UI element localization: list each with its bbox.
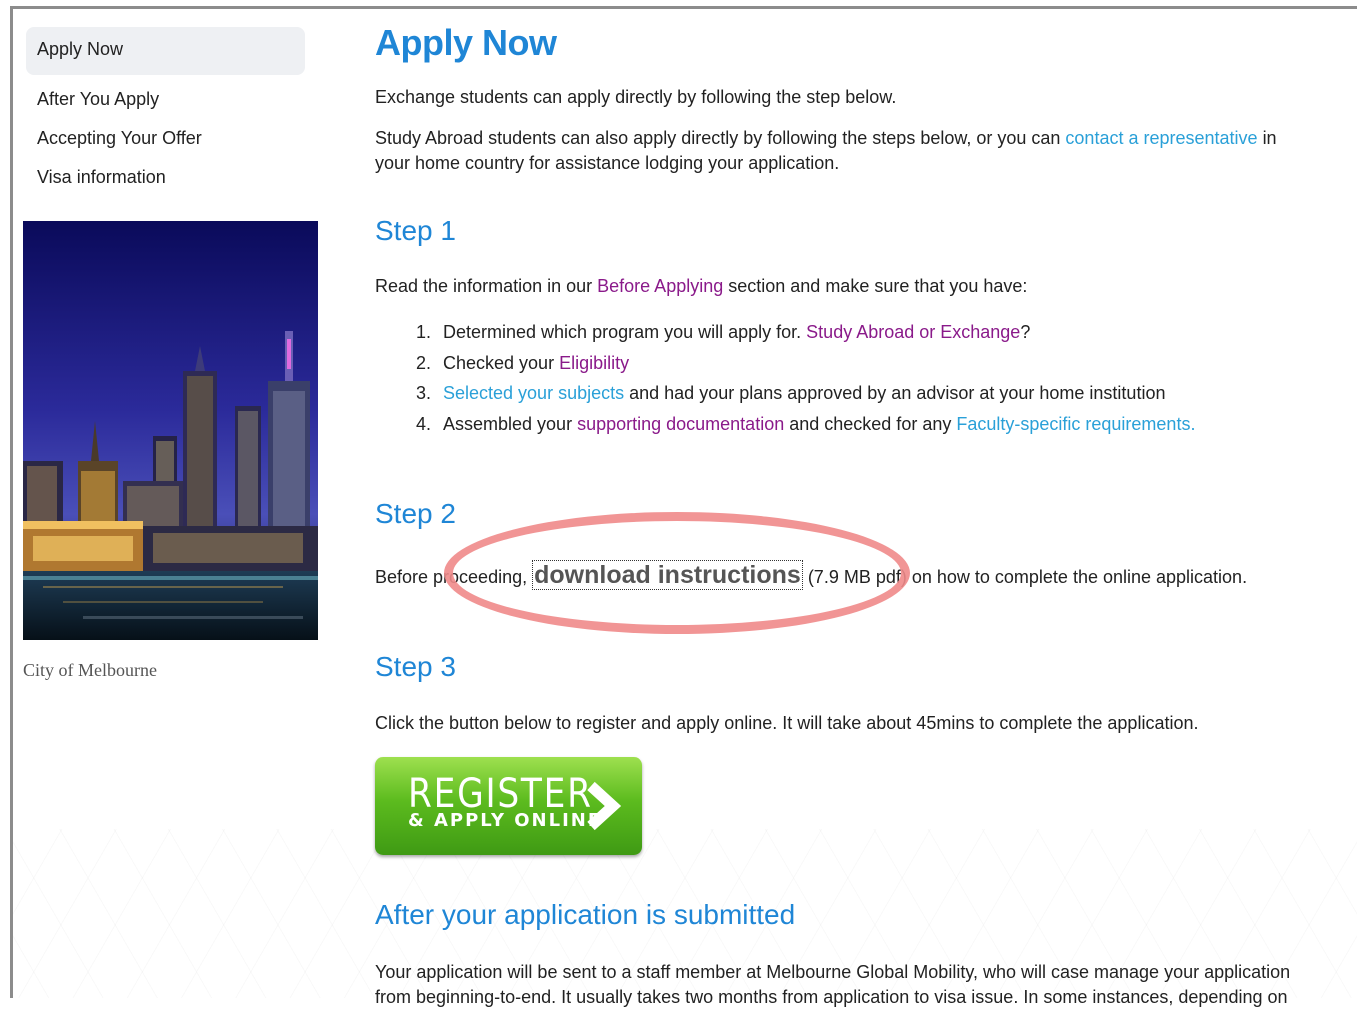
step2-heading: Step 2 <box>375 498 456 529</box>
after-text-line1: Your application will be sent to a staff… <box>375 962 1291 982</box>
list-item: 2. Checked your Eligibility <box>375 351 1195 382</box>
after-submitted-heading: After your application is submitted <box>375 899 796 930</box>
list-number: 1. <box>416 322 432 342</box>
list-number: 2. <box>416 352 432 373</box>
list-number: 4. <box>416 413 432 434</box>
step2-text-b: (7.9 MB pdf) on how to complete the onli… <box>807 567 1248 587</box>
list-text: Assembled your <box>443 413 573 434</box>
sidebar-item-visa-information[interactable]: Visa information <box>37 167 166 188</box>
list-text: Determined which program you will apply … <box>443 322 802 342</box>
chevron-right-icon <box>587 781 621 831</box>
before-applying-link[interactable]: Before Applying <box>597 276 723 296</box>
apply-online-label: & APPLY ONLINE <box>408 810 603 831</box>
supporting-documentation-link[interactable]: supporting documentation <box>577 414 784 434</box>
step3-heading: Step 3 <box>375 651 456 682</box>
melbourne-city-photo <box>23 221 318 640</box>
page-title: Apply Now <box>375 22 557 63</box>
image-caption: City of Melbourne <box>23 660 157 680</box>
step2-text: Before proceeding, download instructions… <box>375 560 1248 590</box>
intro-study-abroad: Study Abroad students can also apply dir… <box>375 126 1277 151</box>
step1-text: Read the information in our Before Apply… <box>375 274 1027 299</box>
register-apply-online-button[interactable]: REGISTER & APPLY ONLINE <box>375 757 642 855</box>
contact-representative-link[interactable]: contact a representative <box>1065 128 1257 148</box>
list-text: and checked for any <box>789 413 952 434</box>
list-text: Checked your <box>443 352 555 373</box>
list-item: 1. Determined which program you will app… <box>375 320 1195 351</box>
study-abroad-or-exchange-link[interactable]: Study Abroad or Exchange <box>806 322 1020 342</box>
list-number: 3. <box>416 383 432 403</box>
download-instructions-link[interactable]: download instructions <box>532 560 803 590</box>
list-text: ? <box>1020 322 1031 342</box>
sidebar-item-accepting-offer[interactable]: Accepting Your Offer <box>37 128 202 149</box>
step1-text-b: section and make sure that you have: <box>728 276 1028 296</box>
list-text: and had your plans approved by an adviso… <box>629 383 1166 403</box>
list-text: . <box>1190 413 1196 434</box>
step2-text-a: Before proceeding, <box>375 567 528 587</box>
selected-subjects-link[interactable]: Selected your subjects <box>443 383 624 403</box>
intro-text-end: in <box>1262 128 1277 148</box>
step3-text: Click the button below to register and a… <box>375 713 1199 733</box>
sidebar-item-apply-now[interactable]: Apply Now <box>37 39 123 60</box>
sidebar-item-after-you-apply[interactable]: After You Apply <box>37 89 159 110</box>
eligibility-link[interactable]: Eligibility <box>559 353 629 373</box>
list-item: 3. Selected your subjects and had your p… <box>375 381 1195 412</box>
intro-study-abroad-line2: your home country for assistance lodging… <box>375 153 840 173</box>
step1-heading: Step 1 <box>375 215 456 246</box>
intro-exchange: Exchange students can apply directly by … <box>375 87 897 107</box>
step1-checklist: 1. Determined which program you will app… <box>375 320 1195 442</box>
intro-text: Study Abroad students can also apply dir… <box>375 128 1061 148</box>
step1-text-a: Read the information in our <box>375 276 593 296</box>
faculty-requirements-link[interactable]: Faculty-specific requirements <box>956 414 1190 434</box>
list-item: 4. Assembled your supporting documentati… <box>375 412 1195 443</box>
